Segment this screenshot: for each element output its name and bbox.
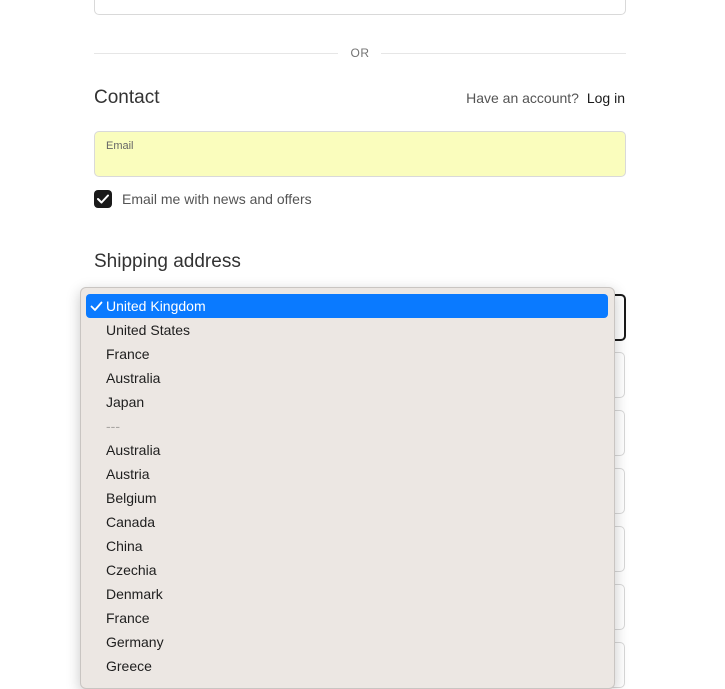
- country-option-label: Greece: [106, 658, 152, 674]
- country-option-label: Denmark: [106, 586, 163, 602]
- country-option[interactable]: China: [86, 534, 608, 558]
- country-option[interactable]: Canada: [86, 510, 608, 534]
- country-option[interactable]: Belgium: [86, 486, 608, 510]
- country-option-label: Australia: [106, 370, 161, 386]
- divider-line-right: [381, 53, 626, 54]
- country-option[interactable]: Czechia: [86, 558, 608, 582]
- country-option[interactable]: Greece: [86, 654, 608, 678]
- checkmark-icon: [97, 194, 109, 204]
- country-option[interactable]: Austria: [86, 462, 608, 486]
- country-option-label: Australia: [106, 442, 161, 458]
- country-option[interactable]: France: [86, 606, 608, 630]
- country-option-label: China: [106, 538, 143, 554]
- country-option-label: France: [106, 610, 150, 626]
- country-option[interactable]: United States: [86, 318, 608, 342]
- account-prompt: Have an account?: [466, 90, 579, 106]
- country-option[interactable]: United Kingdom: [86, 294, 608, 318]
- account-login-row: Have an account? Log in: [466, 90, 625, 106]
- country-option-label: Japan: [106, 394, 145, 410]
- or-divider-label: OR: [350, 46, 370, 60]
- login-link[interactable]: Log in: [587, 90, 625, 106]
- country-option-label: France: [106, 346, 150, 362]
- country-dropdown-list[interactable]: United Kingdom United States France Austral…: [80, 287, 615, 689]
- country-option[interactable]: Denmark: [86, 582, 608, 606]
- email-field-label: Email: [106, 140, 134, 152]
- country-option-label: Germany: [106, 634, 164, 650]
- newsletter-checkbox[interactable]: [94, 190, 112, 208]
- country-option[interactable]: Japan: [86, 390, 608, 414]
- country-option-label: Canada: [106, 514, 156, 530]
- checkmark-icon: [90, 301, 103, 311]
- newsletter-checkbox-label: Email me with news and offers: [122, 191, 312, 207]
- contact-heading: Contact: [94, 87, 160, 108]
- country-option-label: Belgium: [106, 490, 157, 506]
- country-option-label: Austria: [106, 466, 150, 482]
- dropdown-separator: ---: [86, 414, 608, 438]
- country-option-label: Czechia: [106, 562, 157, 578]
- email-field[interactable]: Email: [94, 131, 626, 177]
- divider-line-left: [94, 53, 338, 54]
- country-option[interactable]: Australia: [86, 366, 608, 390]
- country-option-label: United Kingdom: [106, 298, 206, 314]
- country-option[interactable]: Australia: [86, 438, 608, 462]
- previous-input-field[interactable]: [94, 0, 626, 15]
- shipping-address-heading: Shipping address: [94, 251, 241, 272]
- country-option-label: ---: [106, 418, 120, 434]
- country-option[interactable]: Germany: [86, 630, 608, 654]
- country-option-label: United States: [106, 322, 191, 338]
- country-option[interactable]: France: [86, 342, 608, 366]
